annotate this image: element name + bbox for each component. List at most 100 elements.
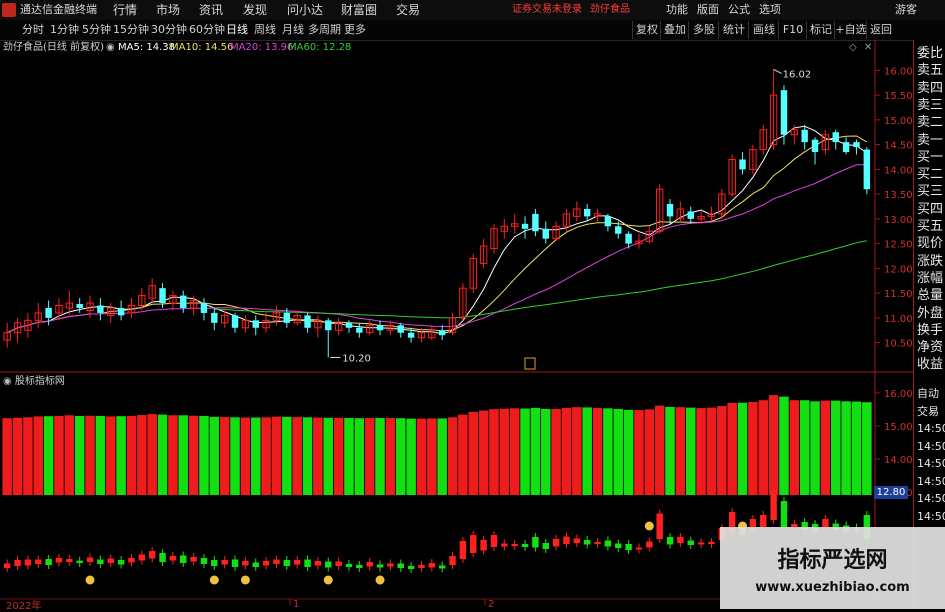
candle-body [304, 315, 311, 328]
menu-market[interactable]: 市场 [156, 0, 180, 20]
lower-candle-body [635, 547, 643, 550]
tab-monthly[interactable]: 月线 [282, 20, 304, 40]
indicator-bar [830, 400, 841, 495]
draw-line-button[interactable]: 画线 [748, 21, 779, 39]
back-button[interactable]: 返回 [866, 21, 895, 39]
adjust-button[interactable]: 复权 [632, 21, 661, 39]
watermark-title: 指标严选网 [777, 548, 888, 573]
login-notice[interactable]: 证券交易未登录 [512, 0, 582, 20]
tab-15min[interactable]: 15分钟 [113, 20, 149, 40]
tab-30min[interactable]: 30分钟 [151, 20, 187, 40]
candle-body [615, 226, 622, 234]
money-bag-icon [323, 575, 333, 585]
candle-body [739, 159, 746, 170]
indicator-tick-label: 14.00 [884, 455, 913, 466]
lower-candle-body [24, 559, 32, 566]
lower-candle-body [418, 565, 425, 568]
collapse-icon[interactable]: ◇ [849, 40, 857, 56]
money-bag-icon [375, 575, 385, 585]
date-tick-label: 2 [488, 599, 494, 609]
candle-body [283, 312, 291, 323]
tab-60min[interactable]: 60分钟 [189, 20, 225, 40]
lower-candle-body [511, 544, 518, 546]
indicator-bar [271, 416, 282, 495]
candle-body [863, 149, 871, 190]
tab-more[interactable]: 更多 [344, 20, 366, 40]
menu-options[interactable]: 选项 [759, 0, 781, 20]
indicator-bar [685, 407, 696, 495]
menu-function[interactable]: 功能 [666, 0, 688, 20]
candle-body [97, 305, 104, 313]
indicator-tick-label: 16.00 [884, 389, 913, 400]
tab-weekly[interactable]: 周线 [254, 20, 276, 40]
indicator-bar [250, 417, 261, 495]
indicator-bar [116, 416, 126, 495]
lower-candle-body [532, 537, 539, 548]
tab-daily[interactable]: 日线 [226, 20, 248, 40]
add-favorite-button[interactable]: +自选 [834, 21, 867, 39]
candle-body [45, 307, 52, 318]
money-bag-icon [644, 521, 654, 531]
lower-candle-body [252, 562, 259, 567]
indicator-header: ◉ 股标指标网 [0, 374, 65, 390]
mark-button[interactable]: 标记 [806, 21, 835, 39]
candle-body [687, 211, 694, 219]
menu-quotes[interactable]: 行情 [113, 0, 137, 20]
period-toolbar: 分时 1分钟 5分钟 15分钟 30分钟 60分钟 日线 周线 月线 多周期 更… [0, 20, 945, 41]
menu-formula[interactable]: 公式 [728, 0, 750, 20]
indicator-bar [499, 408, 510, 495]
lower-candle-body [148, 551, 156, 559]
tab-multi-period[interactable]: 多周期 [308, 20, 341, 40]
lower-candle-body [325, 561, 332, 568]
last-price-tag: 12.80 [874, 486, 908, 499]
lower-candle-body [407, 566, 415, 569]
menu-ask[interactable]: 问小达 [287, 0, 323, 20]
settings-dot-icon[interactable]: ◉ [106, 40, 115, 56]
lower-candle-body [397, 563, 404, 568]
close-icon[interactable]: ✕ [864, 40, 872, 56]
indicator-bar [727, 402, 737, 495]
event-marker-icon [524, 357, 536, 370]
app-title: 通达信金融终端 [20, 3, 97, 16]
price-tick-label: 12.50 [884, 240, 913, 251]
f10-button[interactable]: F10 [778, 21, 807, 39]
indicator-bar [478, 410, 489, 495]
guest-label[interactable]: 游客 [895, 0, 917, 20]
ma60-line [214, 240, 867, 319]
tab-1min[interactable]: 1分钟 [50, 20, 79, 40]
indicator-settings-icon[interactable]: ◉ [3, 376, 12, 387]
indicator-bar [427, 418, 437, 495]
watermark: 指标严选网 www.xuezhibiao.com [720, 527, 945, 609]
menu-discover[interactable]: 发现 [243, 0, 267, 20]
indicator-bar [354, 418, 365, 495]
tab-5min[interactable]: 5分钟 [82, 20, 111, 40]
lower-candle-body [356, 565, 363, 568]
candle-body [397, 325, 404, 333]
menu-news[interactable]: 资讯 [199, 0, 223, 20]
stats-button[interactable]: 统计 [718, 21, 749, 39]
lower-candle-body [687, 540, 694, 545]
indicator-bar [696, 408, 706, 495]
indicator-bar [302, 417, 313, 495]
low-annotation: 10.20 [342, 353, 371, 364]
lower-candle-body [76, 560, 83, 563]
candle-body [231, 315, 239, 328]
lower-candle-body [573, 538, 581, 543]
indicator-bar [54, 415, 64, 495]
indicator-bar [799, 400, 810, 495]
indicator-bar [137, 415, 147, 495]
price-tick-label: 16.00 [884, 66, 913, 77]
indicator-tick-label: 15.00 [884, 422, 913, 433]
lower-candle-body [760, 515, 767, 527]
indicator-bar [779, 396, 789, 495]
lower-candle-body [615, 543, 622, 548]
menu-trade[interactable]: 交易 [396, 0, 420, 20]
lower-candle-body [3, 563, 11, 568]
chart-canvas[interactable]: 16.00 15.50 15.00 14.50 14.00 13.50 13.00 12.50… [0, 40, 913, 609]
overlay-button[interactable]: 叠加 [660, 21, 689, 39]
indicator-bar [582, 407, 592, 495]
menu-layout[interactable]: 版面 [697, 0, 719, 20]
multi-stock-button[interactable]: 多股 [688, 21, 719, 39]
tab-intraday[interactable]: 分时 [22, 20, 44, 40]
menu-wealth[interactable]: 财富圈 [341, 0, 377, 20]
